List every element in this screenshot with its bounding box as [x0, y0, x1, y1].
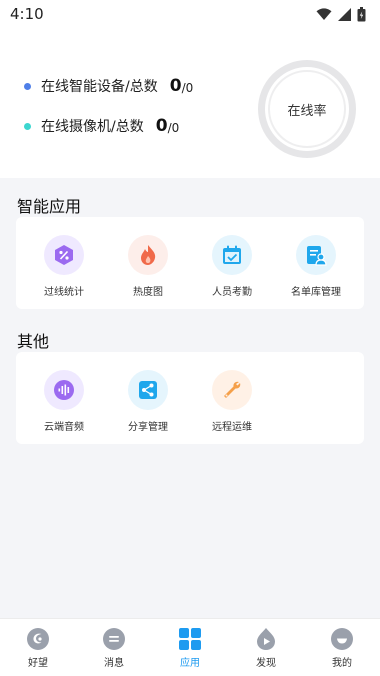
overview-card: 在线智能设备/总数 0 /0 在线摄像机/总数 0 /0 在线率 — [0, 28, 380, 178]
tab-label: 我的 — [332, 658, 352, 669]
app-list-library[interactable]: 名单库管理 — [276, 235, 356, 298]
tab-label: 消息 — [104, 658, 124, 669]
app-icon-bg — [44, 235, 84, 275]
calendar-check-icon — [223, 245, 241, 264]
tab-label: 好望 — [28, 658, 48, 669]
device-stat-label: 在线智能设备/总数 — [41, 79, 158, 95]
app-icon-bg — [296, 235, 336, 275]
other-title: 其他 — [17, 332, 50, 351]
signal-icon — [338, 7, 351, 21]
camera-stat-row[interactable]: 在线摄像机/总数 0 /0 — [24, 116, 179, 136]
camera-online-count: 0 — [155, 116, 168, 136]
bottom-tab-bar: 好望 消息 应用 发现 我的 — [0, 618, 380, 676]
device-online-count: 0 — [169, 76, 182, 96]
app-attendance[interactable]: 人员考勤 — [192, 235, 272, 298]
online-rate-label: 在线率 — [268, 70, 346, 148]
camera-total-count: /0 — [167, 121, 180, 135]
app-icon-bg — [128, 370, 168, 410]
device-stat-row[interactable]: 在线智能设备/总数 0 /0 — [24, 76, 193, 96]
tab-haowang[interactable]: 好望 — [0, 619, 76, 676]
apps-grid-icon — [179, 628, 201, 650]
tab-apps[interactable]: 应用 — [152, 619, 228, 676]
smart-apps-panel: 过线统计 热度图 人员考勤 名单库管理 — [16, 217, 364, 309]
message-icon — [103, 628, 125, 650]
share-icon — [139, 381, 157, 399]
app-icon-bg — [212, 235, 252, 275]
haowang-icon — [27, 628, 49, 650]
list-person-icon — [307, 246, 327, 266]
app-label: 分享管理 — [128, 422, 168, 433]
tab-label: 发现 — [256, 658, 276, 669]
app-icon-bg — [44, 370, 84, 410]
profile-icon — [331, 628, 353, 650]
discover-icon — [257, 628, 275, 650]
app-icon-bg — [128, 235, 168, 275]
tab-profile[interactable]: 我的 — [304, 619, 380, 676]
smart-apps-title: 智能应用 — [17, 197, 82, 216]
tab-messages[interactable]: 消息 — [76, 619, 152, 676]
battery-icon — [357, 6, 366, 21]
app-label: 名单库管理 — [291, 287, 341, 298]
device-dot — [24, 82, 31, 90]
percent-icon — [55, 245, 73, 265]
app-label: 热度图 — [133, 287, 163, 298]
app-crossline-stats[interactable]: 过线统计 — [24, 235, 104, 298]
device-total-count: /0 — [181, 81, 194, 95]
tab-discover[interactable]: 发现 — [228, 619, 304, 676]
status-time: 4:10 — [10, 5, 44, 23]
flame-icon — [141, 245, 156, 265]
app-cloud-audio[interactable]: 云端音频 — [24, 370, 104, 433]
app-label: 云端音频 — [44, 422, 84, 433]
audio-wave-icon — [54, 380, 74, 400]
wifi-icon — [316, 7, 332, 20]
online-rate-ring: 在线率 — [258, 60, 356, 158]
wrench-icon — [224, 381, 241, 398]
other-panel: 云端音频 分享管理 远程运维 — [16, 352, 364, 444]
camera-stat-label: 在线摄像机/总数 — [41, 119, 144, 135]
tab-label: 应用 — [180, 658, 200, 669]
app-share-management[interactable]: 分享管理 — [108, 370, 188, 433]
app-label: 人员考勤 — [212, 287, 252, 298]
status-bar: 4:10 — [0, 0, 380, 28]
app-heatmap[interactable]: 热度图 — [108, 235, 188, 298]
app-remote-maintenance[interactable]: 远程运维 — [192, 370, 272, 433]
app-label: 远程运维 — [212, 422, 252, 433]
app-label: 过线统计 — [44, 287, 84, 298]
status-icons — [316, 6, 366, 22]
app-icon-bg — [212, 370, 252, 410]
camera-dot — [24, 122, 31, 130]
